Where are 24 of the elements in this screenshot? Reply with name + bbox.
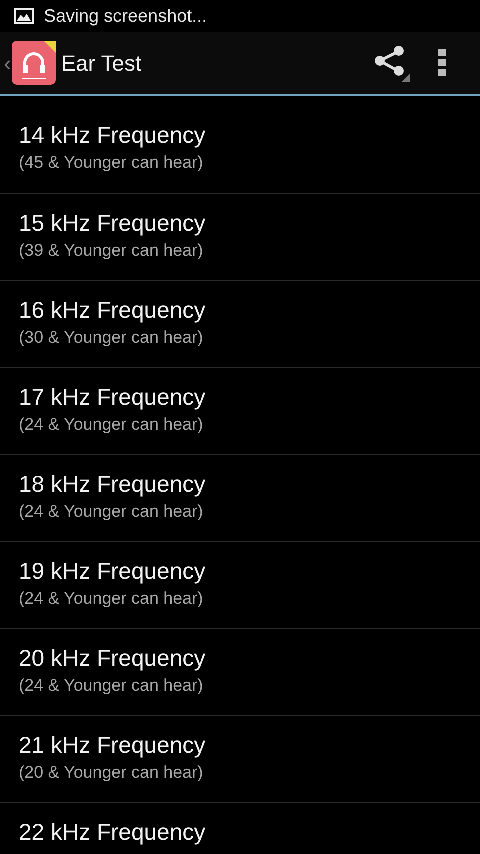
frequency-title[interactable]: 19 kHz Frequency bbox=[19, 556, 461, 586]
frequency-title[interactable]: 21 kHz Frequency bbox=[19, 730, 461, 760]
frequency-title[interactable]: 15 kHz Frequency bbox=[19, 208, 461, 238]
age-hint: (24 & Younger can hear) bbox=[19, 414, 204, 436]
share-icon[interactable] bbox=[372, 44, 412, 82]
up-button[interactable]: ‹ bbox=[0, 41, 56, 85]
overflow-menu-icon[interactable] bbox=[438, 49, 446, 77]
frequency-title[interactable]: 20 kHz Frequency bbox=[19, 643, 461, 673]
app-logo-icon bbox=[12, 41, 56, 85]
frequency-title[interactable]: 18 kHz Frequency bbox=[19, 469, 461, 499]
age-hint: (20 & Younger can hear) bbox=[19, 762, 204, 784]
frequency-title[interactable]: 17 kHz Frequency bbox=[19, 382, 461, 412]
age-hint: (24 & Younger can hear) bbox=[19, 588, 204, 610]
frequency-title[interactable]: 16 kHz Frequency bbox=[19, 295, 461, 325]
picture-icon bbox=[14, 8, 34, 24]
age-hint: (24 & Younger can hear) bbox=[19, 675, 204, 697]
app-title: Ear Test bbox=[61, 50, 142, 78]
age-hint: (30 & Younger can hear) bbox=[19, 327, 204, 349]
notification-text: Saving screenshot... bbox=[44, 4, 208, 28]
age-hint: (39 & Younger can hear) bbox=[19, 240, 204, 262]
age-hint: (45 & Younger can hear) bbox=[19, 152, 204, 174]
frequency-title[interactable]: 22 kHz Frequency bbox=[19, 817, 461, 847]
age-hint: (24 & Younger can hear) bbox=[19, 501, 204, 523]
frequency-title[interactable]: 14 kHz Frequency bbox=[19, 120, 461, 150]
